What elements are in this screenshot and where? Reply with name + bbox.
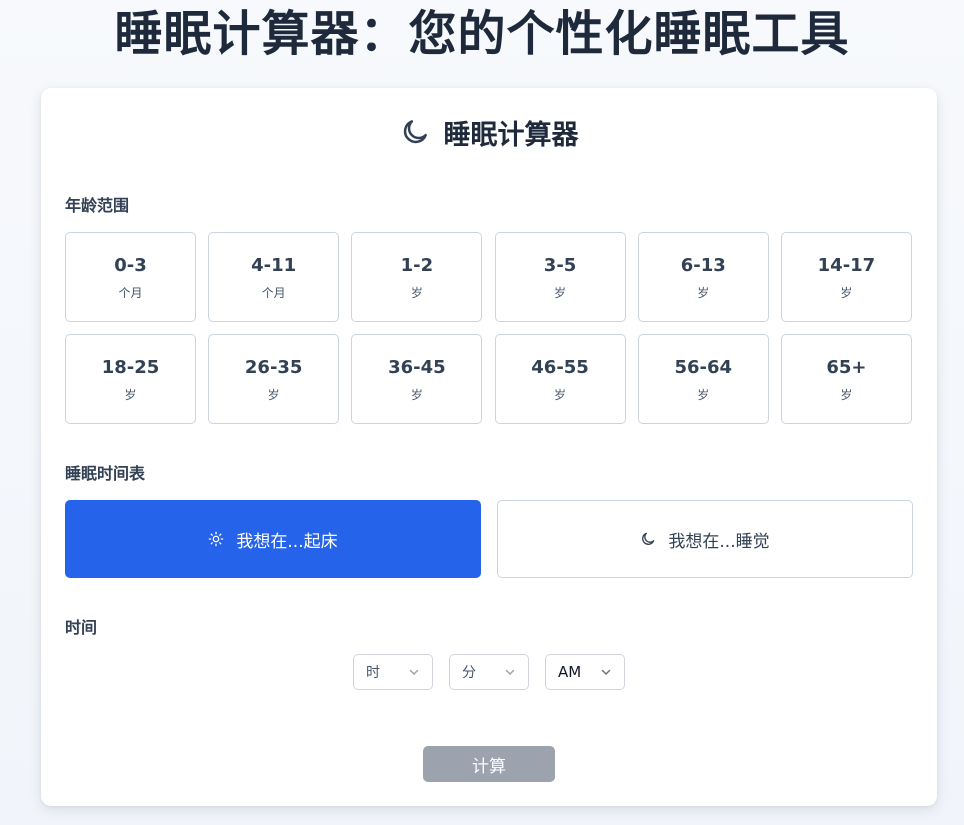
chevron-down-icon: [504, 666, 516, 678]
age-option[interactable]: 14-17 岁: [780, 232, 912, 322]
age-option[interactable]: 36-45 岁: [351, 334, 483, 424]
card-header: 睡眠计算器: [41, 112, 937, 152]
age-option-range: 26-35: [244, 357, 303, 378]
chevron-down-icon: [600, 666, 612, 678]
sleep-schedule-options: 我想在...起床 我想在...睡觉: [65, 500, 913, 578]
minute-select-value: 分: [462, 665, 476, 681]
time-selectors: 时 分 AM: [41, 654, 937, 690]
age-option-unit: 岁: [554, 286, 567, 300]
age-option-unit: 岁: [840, 286, 853, 300]
age-range-label: 年龄范围: [65, 196, 130, 215]
age-option[interactable]: 1-2 岁: [351, 232, 483, 322]
sleep-schedule-label: 睡眠时间表: [65, 464, 146, 483]
age-option[interactable]: 18-25 岁: [65, 334, 196, 424]
page-title: 睡眠计算器：您的个性化睡眠工具: [114, 6, 850, 62]
age-option-range: 56-64: [674, 357, 733, 378]
age-option-range: 6-13: [680, 255, 726, 276]
hour-select[interactable]: 时: [353, 654, 433, 690]
am-pm-select[interactable]: AM: [545, 654, 625, 690]
sleep-at-button[interactable]: 我想在...睡觉: [497, 500, 913, 578]
age-option[interactable]: 3-5 岁: [494, 232, 626, 322]
sleep-at-label: 我想在...睡觉: [668, 531, 770, 552]
age-option[interactable]: 0-3 个月: [65, 232, 196, 322]
age-option[interactable]: 26-35 岁: [208, 334, 340, 424]
age-option-unit: 岁: [840, 388, 853, 402]
age-option-unit: 岁: [697, 388, 710, 402]
age-option-unit: 岁: [124, 388, 137, 402]
chevron-down-icon: [408, 666, 420, 678]
sun-icon: [208, 531, 224, 547]
calculate-button[interactable]: 计算: [423, 746, 555, 782]
age-option[interactable]: 46-55 岁: [494, 334, 626, 424]
age-option[interactable]: 56-64 岁: [637, 334, 769, 424]
age-range-grid: 0-3 个月 4-11 个月 1-2 岁 3-5 岁 6-13 岁 14-17 …: [65, 232, 912, 424]
wake-up-at-label: 我想在...起床: [236, 531, 338, 552]
age-option-range: 36-45: [388, 357, 446, 378]
age-option-range: 0-3: [114, 255, 147, 276]
age-option-unit: 岁: [554, 388, 567, 402]
age-option-range: 46-55: [531, 357, 589, 378]
age-option-range: 18-25: [101, 357, 160, 378]
am-pm-select-value: AM: [558, 663, 582, 681]
moon-icon: [640, 531, 656, 547]
age-option-unit: 岁: [697, 286, 710, 300]
age-option[interactable]: 6-13 岁: [637, 232, 769, 322]
age-option[interactable]: 65+ 岁: [780, 334, 912, 424]
time-label: 时间: [65, 618, 98, 637]
age-option-unit: 个月: [118, 286, 143, 300]
age-option-unit: 岁: [410, 286, 423, 300]
age-option-range: 65+: [826, 357, 867, 378]
moon-icon: [400, 117, 430, 147]
card-title: 睡眠计算器: [443, 119, 579, 151]
minute-select[interactable]: 分: [449, 654, 529, 690]
age-option-unit: 个月: [261, 286, 286, 300]
wake-up-at-button[interactable]: 我想在...起床: [65, 500, 481, 578]
age-option-range: 4-11: [251, 255, 297, 276]
age-option[interactable]: 4-11 个月: [208, 232, 340, 322]
age-option-range: 14-17: [817, 255, 876, 276]
age-option-range: 1-2: [400, 255, 434, 276]
age-option-unit: 岁: [267, 388, 280, 402]
sleep-calculator-card: 睡眠计算器 年龄范围 0-3 个月 4-11 个月 1-2 岁 3-5 岁 6-…: [41, 88, 937, 806]
hour-select-value: 时: [366, 665, 380, 681]
age-option-range: 3-5: [543, 255, 577, 276]
age-option-unit: 岁: [410, 388, 423, 402]
